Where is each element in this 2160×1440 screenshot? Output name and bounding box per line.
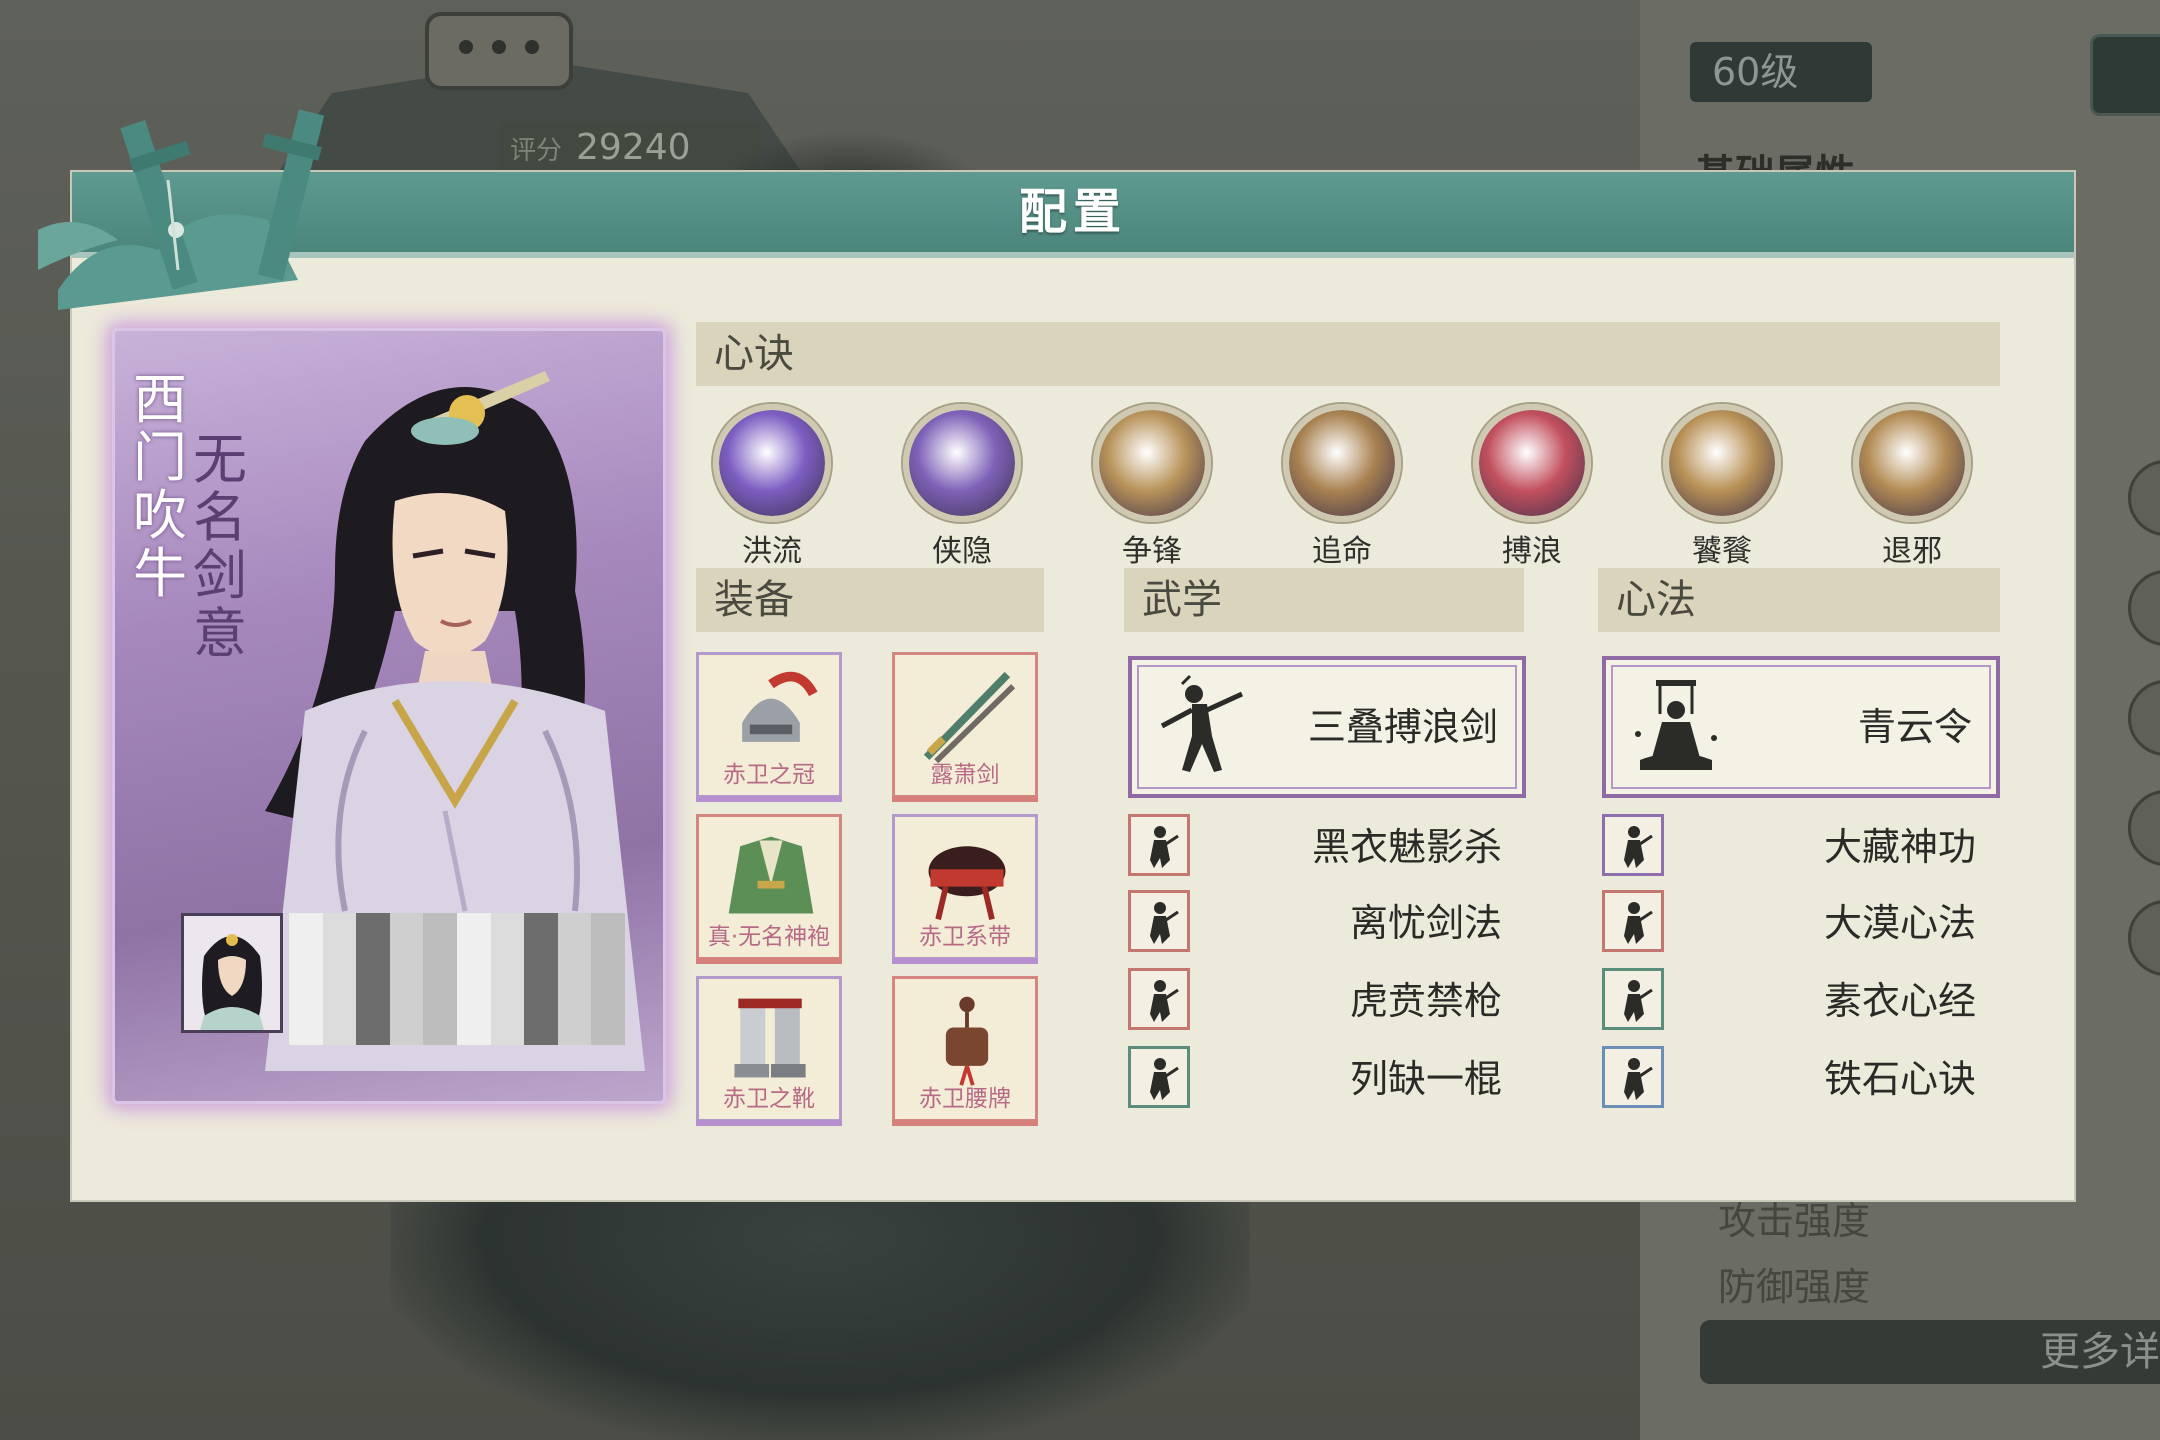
equipment-slot[interactable]: 赤卫系带 (892, 814, 1038, 964)
xinjue-item-label: 搏浪 (1502, 534, 1562, 569)
wuxue-list-item[interactable]: 离忧剑法 (1128, 890, 1526, 956)
wuxue-list-item-name: 列缺一棍 (1349, 1057, 1502, 1101)
wuxue-list-item-name: 黑衣魅影杀 (1311, 825, 1502, 869)
xinfa-list-item-name: 大藏神功 (1823, 825, 1976, 869)
martial-figure-icon (1602, 814, 1664, 876)
robe-icon (719, 827, 823, 927)
xinfa-list-item[interactable]: 大藏神功 (1602, 814, 2000, 880)
swords-decoration-icon (38, 109, 325, 310)
player-name-mosaic (289, 913, 625, 1045)
wuxue-list-item[interactable]: 列缺一棍 (1128, 1046, 1526, 1112)
equipment-slot[interactable]: 赤卫之靴 (696, 976, 842, 1126)
character-portrait-card: 西门吹牛 无名剑意 (112, 328, 666, 1104)
equipment-slot[interactable]: 赤卫腰牌 (892, 976, 1038, 1126)
wuxue-list-item[interactable]: 黑衣魅影杀 (1128, 814, 1526, 880)
xinfa-list-item[interactable]: 铁石心诀 (1602, 1046, 2000, 1112)
character-name: 西门吹牛 (133, 368, 187, 605)
xinfa-list-item-name: 大漠心法 (1823, 901, 1976, 945)
helmet-icon (719, 665, 823, 765)
sword-icon (915, 665, 1019, 765)
rushing-wind-icon (1283, 404, 1401, 522)
hammer-icon (1093, 404, 1211, 522)
martial-figure-icon (1128, 968, 1190, 1030)
equipment-slot-label: 赤卫之冠 (723, 762, 815, 788)
martial-figure-icon (1602, 1046, 1664, 1108)
martial-figure-icon (1602, 968, 1664, 1030)
xinjue-item[interactable]: 追命 (1282, 404, 1402, 570)
score-value: 29240 (576, 127, 691, 168)
xinjue-item-label: 争锋 (1122, 534, 1182, 569)
martial-figure-icon (1128, 890, 1190, 952)
wuxue-list-item[interactable]: 虎贲禁枪 (1128, 968, 1526, 1034)
level-badge: 60级 (1690, 42, 1872, 102)
character-title: 无名剑意 (193, 428, 247, 665)
more-details-button[interactable]: 更多详 (1700, 1320, 2160, 1384)
chat-bubble-icon[interactable] (425, 12, 573, 90)
belt-icon (915, 827, 1019, 927)
martial-figure-icon (1602, 890, 1664, 952)
gate-icon (1853, 404, 1971, 522)
xinjue-item-label: 追命 (1312, 534, 1372, 569)
equipment-slot-label: 露萧剑 (930, 762, 1000, 788)
wuxue-main-skill-name: 三叠搏浪剑 (1307, 705, 1498, 749)
wuxue-list-item-name: 离忧剑法 (1349, 901, 1502, 945)
equipment-slot-label: 赤卫之靴 (723, 1086, 815, 1112)
player-avatar (181, 913, 283, 1033)
wave-swirl-icon (713, 404, 831, 522)
xinjue-item-label: 洪流 (742, 534, 802, 569)
equipment-slot-label: 赤卫腰牌 (919, 1086, 1011, 1112)
xinfa-list-item-name: 铁石心诀 (1823, 1057, 1976, 1101)
blade-eye-icon (1473, 404, 1591, 522)
xinjue-item[interactable]: 退邪 (1852, 404, 1972, 570)
xinfa-main-skill-name: 青云令 (1857, 705, 1972, 749)
martial-figure-icon (1128, 1046, 1190, 1108)
waist-token-icon (915, 989, 1019, 1089)
beast-icon (1663, 404, 1781, 522)
equipment-slot-label: 真·无名神袍 (707, 924, 831, 950)
stat-defense: 防御强度 (1718, 1265, 1871, 1309)
martial-figure-icon (1128, 814, 1190, 876)
dialog-title: 配置 (1018, 184, 1127, 240)
xinjue-heading: 心诀 (696, 322, 2000, 386)
xinfa-list-item-name: 素衣心经 (1823, 979, 1976, 1023)
xinjue-item[interactable]: 饕餮 (1662, 404, 1782, 570)
xinjue-item[interactable]: 洪流 (712, 404, 832, 570)
score-label: 评分 (510, 136, 563, 166)
xinjue-item[interactable]: 搏浪 (1472, 404, 1592, 570)
xinjue-item[interactable]: 侠隐 (902, 404, 1022, 570)
equipment-slot-label: 赤卫系带 (919, 924, 1011, 950)
xinjue-item-label: 退邪 (1882, 534, 1942, 569)
equipment-slot[interactable]: 赤卫之冠 (696, 652, 842, 802)
wuxue-main-skill[interactable]: 三叠搏浪剑 (1128, 656, 1526, 798)
boots-icon (719, 989, 823, 1089)
swordsman-icon (1160, 674, 1244, 772)
wuxue-heading: 武学 (1124, 568, 1524, 632)
side-tab-button[interactable] (2090, 34, 2160, 116)
xinfa-heading: 心法 (1598, 568, 2000, 632)
meditating-figure-icon (1635, 680, 1717, 770)
cloud-cauldron-icon (903, 404, 1021, 522)
xinjue-item-label: 饕餮 (1692, 534, 1752, 569)
wuxue-list-item-name: 虎贲禁枪 (1349, 979, 1502, 1023)
dialog-header: 配置 (72, 172, 2074, 258)
xinfa-main-skill[interactable]: 青云令 (1602, 656, 2000, 798)
equipment-heading: 装备 (696, 568, 1044, 632)
xinjue-item[interactable]: 争锋 (1092, 404, 1212, 570)
xinfa-list-item[interactable]: 大漠心法 (1602, 890, 2000, 956)
equipment-slot[interactable]: 真·无名神袍 (696, 814, 842, 964)
equipment-slot[interactable]: 露萧剑 (892, 652, 1038, 802)
xinfa-list-item[interactable]: 素衣心经 (1602, 968, 2000, 1034)
xinjue-item-label: 侠隐 (932, 534, 992, 569)
